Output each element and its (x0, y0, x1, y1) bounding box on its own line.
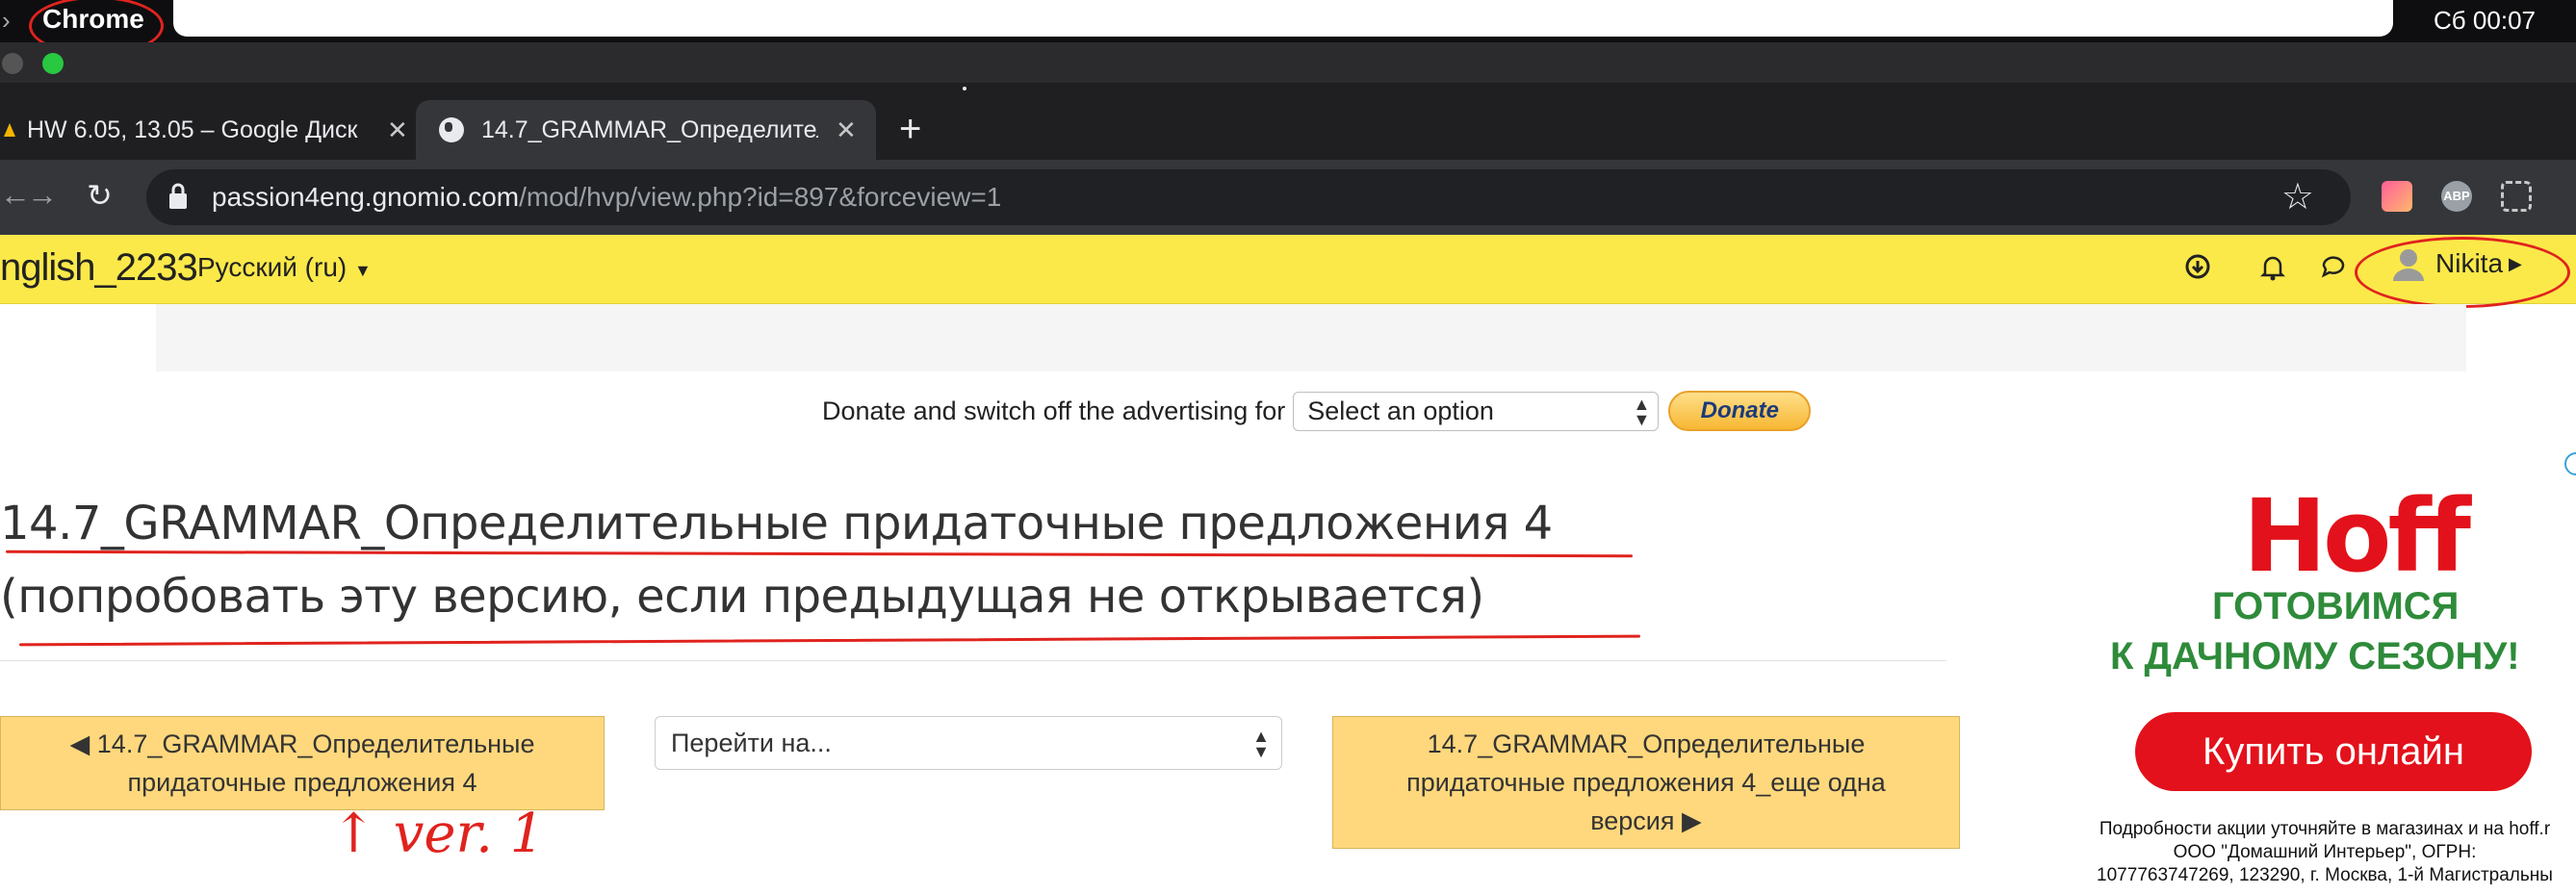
previous-activity-link[interactable]: ◀ 14.7_GRAMMAR_Определительные придаточн… (0, 716, 605, 810)
chat-icon[interactable] (2320, 254, 2347, 286)
next-line2: придаточные предложения 4_еще одна (1406, 768, 1886, 797)
fullscreen-window-icon[interactable] (42, 53, 64, 74)
red-underline-annotation (19, 634, 1640, 647)
handwritten-annotation: ↑ ver. 1 (331, 803, 545, 865)
donate-select[interactable]: Select an option ▲ ▼ (1293, 391, 1660, 431)
extension-gradient-icon[interactable] (2382, 181, 2412, 212)
tab-title: HW 6.05, 13.05 – Google Диск (27, 115, 358, 143)
caret-down-icon: ▼ (354, 261, 372, 280)
new-tab-icon[interactable]: + (899, 110, 921, 148)
indicator-dot (963, 87, 966, 90)
buy-online-button[interactable]: Купить онлайн (2135, 712, 2532, 791)
adblock-icon[interactable]: ABP (2441, 181, 2472, 212)
prev-line1: ◀ 14.7_GRAMMAR_Определительные (69, 729, 535, 758)
page-title-line1: 14.7_GRAMMAR_Определительные придаточные… (0, 497, 1553, 550)
url-domain: passion4eng.gnomio.com (212, 182, 520, 212)
bell-icon[interactable] (2259, 254, 2286, 288)
language-menu[interactable]: Русский (ru) ▼ (197, 252, 372, 283)
macos-menubar: › Chrome Сб 00:07 (0, 0, 2576, 56)
ad-line2: К ДАЧНОМУ СЕЗОНУ! (2110, 635, 2520, 678)
ad-placeholder (156, 304, 2466, 371)
window-titlebar (0, 42, 2576, 83)
extension-puzzle-icon[interactable] (2501, 181, 2532, 212)
donate-button[interactable]: Donate (1668, 391, 1812, 431)
prev-line2: придаточные предложения 4 (127, 768, 477, 797)
next-activity-link[interactable]: 14.7_GRAMMAR_Определительные придаточные… (1332, 716, 1960, 849)
ad-fine-line2: ООО "Домашний Интерьер", ОГРН: (2173, 842, 2477, 862)
tab-strip: HW 6.05, 13.05 – Google Диск ✕ 14.7_GRAM… (0, 83, 2576, 160)
forward-icon[interactable]: → (27, 177, 58, 213)
menubar-blank-area (173, 0, 2393, 37)
site-name[interactable]: nglish_2233 (0, 246, 198, 290)
ad-line1: ГОТОВИМСЯ (2212, 585, 2460, 627)
language-label: Русский (ru) (197, 252, 348, 282)
apple-menu-icon[interactable]: › (2, 6, 11, 36)
donate-row: Donate and switch off the advertising fo… (822, 391, 1812, 431)
jump-to-select[interactable]: Перейти на... ▲ ▼ (655, 716, 1282, 770)
globe-icon (439, 117, 464, 142)
divider (0, 660, 1946, 661)
drive-icon (4, 123, 15, 137)
lock-icon[interactable] (167, 182, 189, 211)
browser-toolbar: ← → ↻ passion4eng.gnomio.com/mod/hvp/vie… (0, 160, 2576, 235)
select-arrows-icon: ▲ ▼ (1252, 727, 1270, 761)
ad-fine-line3: 1077763747269, 123290, г. Москва, 1-й Ма… (2097, 865, 2553, 885)
download-icon[interactable] (2185, 254, 2210, 286)
donate-label: Donate and switch off the advertising fo… (822, 396, 1286, 425)
site-navbar: nglish_2233 Русский (ru) ▼ Nikita ▶ (0, 235, 2576, 304)
jump-placeholder: Перейти на... (671, 729, 832, 757)
star-icon[interactable]: ☆ (2281, 175, 2314, 218)
page-title-line2: (попробовать эту версию, если предыдущая… (0, 570, 1484, 624)
screen: › Chrome Сб 00:07 HW 6.05, 13.05 – Googl… (0, 0, 2576, 895)
close-tab-icon[interactable]: ✕ (387, 115, 408, 145)
next-line1: 14.7_GRAMMAR_Определительные (1427, 729, 1866, 758)
donate-select-value: Select an option (1307, 396, 1494, 425)
red-circle-annotation (2355, 237, 2570, 308)
minimize-window-icon[interactable] (2, 53, 23, 74)
clock[interactable]: Сб 00:07 (2434, 6, 2536, 36)
next-line3: версия ▶ (1590, 806, 1702, 835)
tab-title: 14.7_GRAMMAR_Определитель (481, 115, 818, 143)
close-tab-icon[interactable]: ✕ (836, 115, 857, 145)
reload-icon[interactable]: ↻ (87, 177, 113, 214)
address-bar[interactable]: passion4eng.gnomio.com/mod/hvp/view.php?… (146, 169, 2351, 225)
ad-fine-line1: Подробности акции уточняйте в магазинах … (2099, 819, 2551, 839)
tab-grammar[interactable]: 14.7_GRAMMAR_Определитель ✕ (416, 100, 876, 160)
advertisement[interactable]: Hoff ГОТОВИМСЯ К ДАЧНОМУ СЕЗОНУ! Купить … (2070, 452, 2576, 895)
hoff-logo: Hoff (2243, 477, 2471, 595)
ad-fine-print: Подробности акции уточняйте в магазинах … (2074, 818, 2576, 887)
red-underline-annotation (5, 550, 1634, 558)
url-text[interactable]: passion4eng.gnomio.com/mod/hvp/view.php?… (212, 182, 1001, 213)
tab-google-drive[interactable]: HW 6.05, 13.05 – Google Диск ✕ (0, 100, 408, 160)
select-arrows-icon: ▲ ▼ (1633, 394, 1651, 429)
url-path: /mod/hvp/view.php?id=897&forceview=1 (519, 182, 1002, 212)
